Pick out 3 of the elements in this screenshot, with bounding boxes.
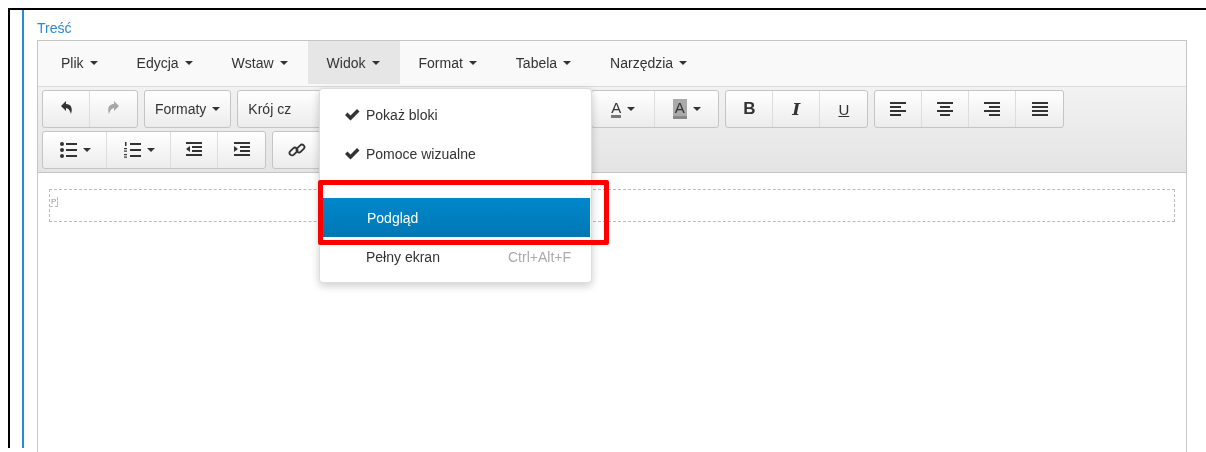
field-label: Treść	[37, 20, 73, 38]
shortcut-text: Ctrl+Alt+F	[508, 248, 571, 265]
block-tag-label: P	[50, 197, 59, 207]
